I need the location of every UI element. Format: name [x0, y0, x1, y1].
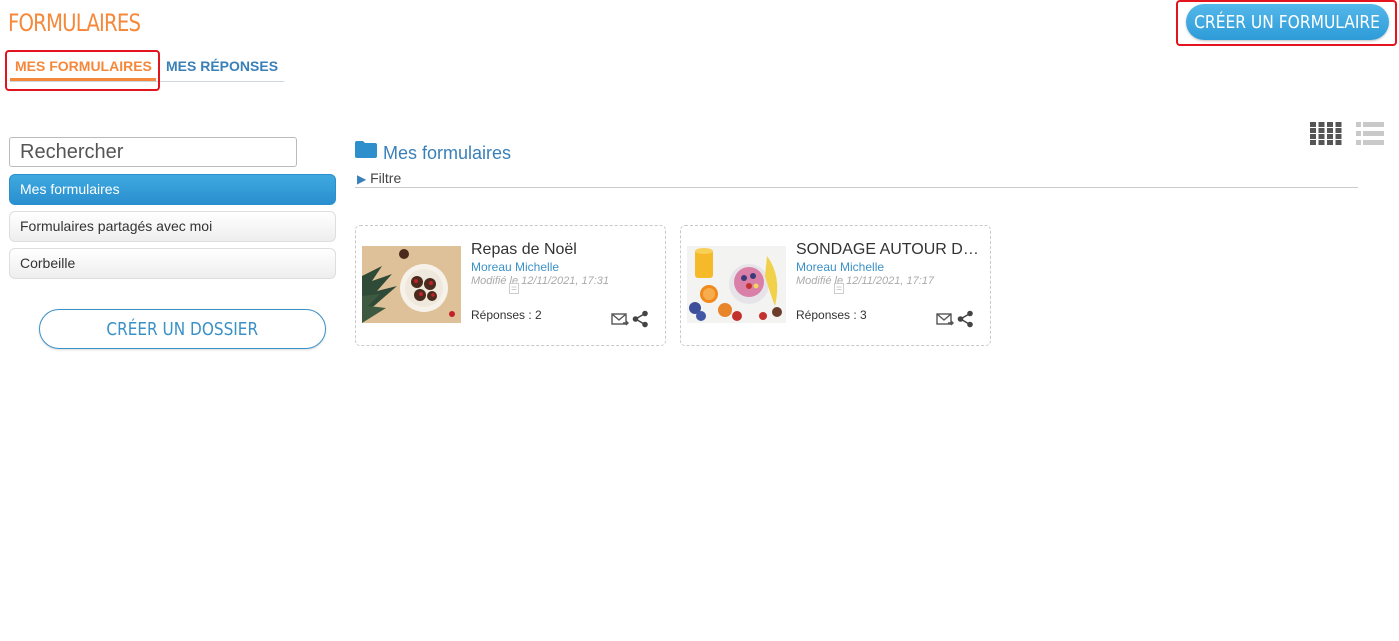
filter-label: Filtre	[370, 170, 402, 186]
filter-divider	[355, 187, 1358, 188]
card-responses-count: Réponses : 2	[471, 308, 542, 322]
create-folder-button-label: CRÉER UN DOSSIER	[106, 318, 259, 340]
triangle-right-icon: ▶	[357, 172, 367, 186]
sidebar-item-mes-formulaires[interactable]: Mes formulaires	[9, 174, 336, 205]
card-author: Moreau Michelle	[471, 260, 560, 274]
card-modified-date: Modifié le 12/11/2021, 17:31	[471, 275, 610, 287]
share-icon[interactable]	[957, 310, 974, 328]
card-author: Moreau Michelle	[796, 260, 885, 274]
forms-page: FORMULAIRES CRÉER UN FORMULAIRE MES FORM…	[0, 0, 1399, 641]
form-card[interactable]: Repas de Noël Moreau Michelle Modifié le…	[355, 225, 666, 346]
sidebar-item-partages[interactable]: Formulaires partagés avec moi	[9, 211, 336, 242]
tab-mes-reponses[interactable]: MES RÉPONSES	[166, 58, 278, 74]
sidebar-item-corbeille[interactable]: Corbeille	[9, 248, 336, 279]
create-folder-button[interactable]: CRÉER UN DOSSIER	[39, 309, 326, 349]
card-title[interactable]: SONDAGE AUTOUR DU PETIT DÉJEUNER	[796, 241, 981, 259]
create-form-highlight: CRÉER UN FORMULAIRE	[1176, 0, 1397, 46]
share-icon[interactable]	[632, 310, 649, 328]
card-thumbnail-image	[687, 246, 786, 323]
app-title: FORMULAIRES	[8, 9, 141, 37]
tab-highlight	[5, 50, 160, 91]
document-icon	[834, 283, 844, 294]
grid-view-icon[interactable]	[1310, 122, 1342, 145]
send-mail-icon[interactable]	[936, 312, 954, 327]
create-form-button-label: CRÉER UN FORMULAIRE	[1194, 11, 1381, 33]
send-mail-icon[interactable]	[611, 312, 629, 327]
document-icon	[509, 283, 519, 294]
card-thumbnail-image	[362, 246, 461, 323]
card-title[interactable]: Repas de Noël	[471, 241, 656, 259]
form-card[interactable]: SONDAGE AUTOUR DU PETIT DÉJEUNER Moreau …	[680, 225, 991, 346]
create-form-button[interactable]: CRÉER UN FORMULAIRE	[1186, 4, 1389, 40]
folder-icon	[355, 141, 377, 158]
search-input[interactable]	[9, 137, 297, 167]
list-view-icon[interactable]	[1356, 122, 1384, 145]
filter-toggle[interactable]: ▶ Filtre	[357, 170, 401, 186]
card-responses-count: Réponses : 3	[796, 308, 867, 322]
main-heading: Mes formulaires	[383, 143, 512, 163]
card-modified-date: Modifié le 12/11/2021, 17:17	[796, 275, 935, 287]
